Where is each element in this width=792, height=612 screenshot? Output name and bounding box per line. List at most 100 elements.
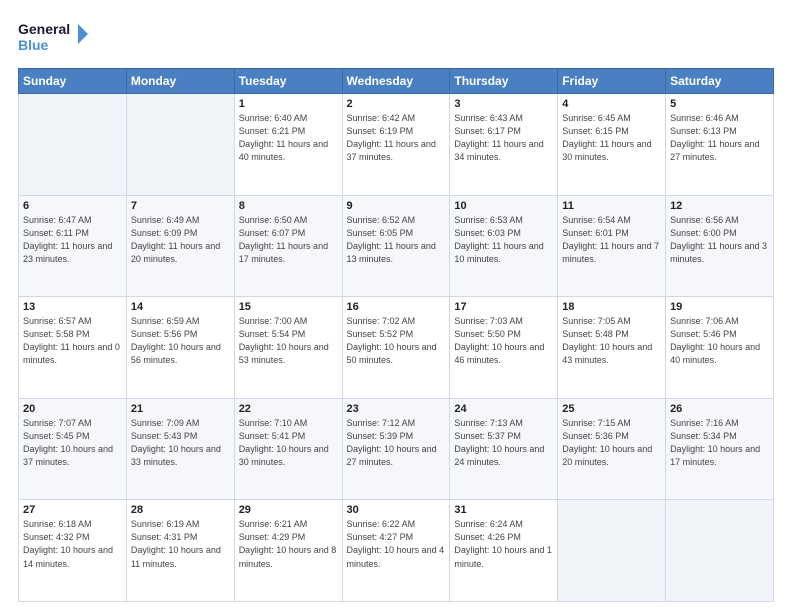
calendar-cell: 20Sunrise: 7:07 AMSunset: 5:45 PMDayligh… [19,398,127,500]
day-info: Sunrise: 6:40 AMSunset: 6:21 PMDaylight:… [239,112,338,164]
calendar-cell: 12Sunrise: 6:56 AMSunset: 6:00 PMDayligh… [666,195,774,297]
day-info: Sunrise: 7:12 AMSunset: 5:39 PMDaylight:… [347,417,446,469]
calendar-week-2: 6 Sunrise: 6:47 AMSunset: 6:11 PMDaylight… [19,195,774,297]
calendar-cell: 8 Sunrise: 6:50 AMSunset: 6:07 PMDaylight… [234,195,342,297]
calendar-page: GeneralBlue SundayMondayTuesdayWednesday… [0,0,792,612]
svg-text:General: General [18,21,70,37]
calendar-cell: 1 Sunrise: 6:40 AMSunset: 6:21 PMDaylight… [234,94,342,196]
day-info: Sunrise: 6:50 AMSunset: 6:07 PMDaylight:… [239,214,338,266]
day-info: Sunrise: 6:53 AMSunset: 6:03 PMDaylight:… [454,214,553,266]
day-info: Sunrise: 6:57 AMSunset: 5:58 PMDaylight:… [23,315,122,367]
calendar-cell: 14Sunrise: 6:59 AMSunset: 5:56 PMDayligh… [126,297,234,399]
calendar-cell: 13 Sunrise: 6:57 AMSunset: 5:58 PMDayligh… [19,297,127,399]
calendar-cell: 27Sunrise: 6:18 AMSunset: 4:32 PMDayligh… [19,500,127,602]
calendar-cell: 2 Sunrise: 6:42 AMSunset: 6:19 PMDaylight… [342,94,450,196]
day-number: 5 [670,98,769,110]
day-info: Sunrise: 6:18 AMSunset: 4:32 PMDaylight:… [23,518,122,570]
day-info: Sunrise: 6:49 AMSunset: 6:09 PMDaylight:… [131,214,230,266]
day-number: 6 [23,200,122,212]
calendar-cell: 15Sunrise: 7:00 AMSunset: 5:54 PMDayligh… [234,297,342,399]
day-number: 11 [562,200,661,212]
day-number: 19 [670,301,769,313]
calendar-week-5: 27Sunrise: 6:18 AMSunset: 4:32 PMDayligh… [19,500,774,602]
calendar-cell: 25 Sunrise: 7:15 AMSunset: 5:36 PMDayligh… [558,398,666,500]
day-info: Sunrise: 7:02 AMSunset: 5:52 PMDaylight:… [347,315,446,367]
calendar-cell: 29 Sunrise: 6:21 AMSunset: 4:29 PMDayligh… [234,500,342,602]
day-number: 21 [131,403,230,415]
calendar-cell: 6 Sunrise: 6:47 AMSunset: 6:11 PMDaylight… [19,195,127,297]
day-number: 18 [562,301,661,313]
svg-text:Blue: Blue [18,37,49,53]
weekday-header-sunday: Sunday [19,69,127,94]
day-number: 24 [454,403,553,415]
day-number: 15 [239,301,338,313]
calendar-cell [19,94,127,196]
calendar-body: 1 Sunrise: 6:40 AMSunset: 6:21 PMDaylight… [19,94,774,602]
day-number: 7 [131,200,230,212]
weekday-header-tuesday: Tuesday [234,69,342,94]
calendar-cell: 21 Sunrise: 7:09 AMSunset: 5:43 PMDayligh… [126,398,234,500]
day-info: Sunrise: 7:10 AMSunset: 5:41 PMDaylight:… [239,417,338,469]
calendar-cell: 31 Sunrise: 6:24 AMSunset: 4:26 PMDayligh… [450,500,558,602]
day-info: Sunrise: 6:54 AMSunset: 6:01 PMDaylight:… [562,214,661,266]
weekday-header-saturday: Saturday [666,69,774,94]
day-number: 8 [239,200,338,212]
weekday-header-row: SundayMondayTuesdayWednesdayThursdayFrid… [19,69,774,94]
calendar-cell: 9 Sunrise: 6:52 AMSunset: 6:05 PMDaylight… [342,195,450,297]
calendar-cell: 30 Sunrise: 6:22 AMSunset: 4:27 PMDayligh… [342,500,450,602]
weekday-header-thursday: Thursday [450,69,558,94]
day-number: 3 [454,98,553,110]
calendar-cell: 4Sunrise: 6:45 AMSunset: 6:15 PMDaylight… [558,94,666,196]
weekday-header-monday: Monday [126,69,234,94]
calendar-cell: 19Sunrise: 7:06 AMSunset: 5:46 PMDayligh… [666,297,774,399]
calendar-cell [666,500,774,602]
day-number: 2 [347,98,446,110]
day-info: Sunrise: 6:52 AMSunset: 6:05 PMDaylight:… [347,214,446,266]
day-number: 28 [131,504,230,516]
day-number: 10 [454,200,553,212]
day-info: Sunrise: 6:19 AMSunset: 4:31 PMDaylight:… [131,518,230,570]
calendar-week-4: 20Sunrise: 7:07 AMSunset: 5:45 PMDayligh… [19,398,774,500]
calendar-cell: 28 Sunrise: 6:19 AMSunset: 4:31 PMDayligh… [126,500,234,602]
day-number: 1 [239,98,338,110]
day-info: Sunrise: 6:46 AMSunset: 6:13 PMDaylight:… [670,112,769,164]
day-number: 31 [454,504,553,516]
day-info: Sunrise: 6:45 AMSunset: 6:15 PMDaylight:… [562,112,661,164]
day-info: Sunrise: 7:16 AMSunset: 5:34 PMDaylight:… [670,417,769,469]
calendar-cell: 18Sunrise: 7:05 AMSunset: 5:48 PMDayligh… [558,297,666,399]
day-number: 22 [239,403,338,415]
day-info: Sunrise: 6:42 AMSunset: 6:19 PMDaylight:… [347,112,446,164]
weekday-header-friday: Friday [558,69,666,94]
calendar-cell: 23 Sunrise: 7:12 AMSunset: 5:39 PMDayligh… [342,398,450,500]
calendar-cell: 7 Sunrise: 6:49 AMSunset: 6:09 PMDaylight… [126,195,234,297]
day-info: Sunrise: 7:09 AMSunset: 5:43 PMDaylight:… [131,417,230,469]
day-number: 29 [239,504,338,516]
day-number: 23 [347,403,446,415]
day-info: Sunrise: 6:22 AMSunset: 4:27 PMDaylight:… [347,518,446,570]
calendar-cell: 26 Sunrise: 7:16 AMSunset: 5:34 PMDayligh… [666,398,774,500]
day-info: Sunrise: 7:03 AMSunset: 5:50 PMDaylight:… [454,315,553,367]
calendar-header: SundayMondayTuesdayWednesdayThursdayFrid… [19,69,774,94]
day-info: Sunrise: 6:24 AMSunset: 4:26 PMDaylight:… [454,518,553,570]
logo-svg: GeneralBlue [18,18,98,58]
day-number: 25 [562,403,661,415]
day-number: 9 [347,200,446,212]
day-info: Sunrise: 7:15 AMSunset: 5:36 PMDaylight:… [562,417,661,469]
day-number: 26 [670,403,769,415]
day-number: 16 [347,301,446,313]
day-info: Sunrise: 6:47 AMSunset: 6:11 PMDaylight:… [23,214,122,266]
day-number: 13 [23,301,122,313]
calendar-table: SundayMondayTuesdayWednesdayThursdayFrid… [18,68,774,602]
calendar-week-1: 1 Sunrise: 6:40 AMSunset: 6:21 PMDaylight… [19,94,774,196]
calendar-cell: 17 Sunrise: 7:03 AMSunset: 5:50 PMDayligh… [450,297,558,399]
calendar-cell: 11 Sunrise: 6:54 AMSunset: 6:01 PMDayligh… [558,195,666,297]
calendar-cell [126,94,234,196]
calendar-cell: 3 Sunrise: 6:43 AMSunset: 6:17 PMDaylight… [450,94,558,196]
day-info: Sunrise: 6:43 AMSunset: 6:17 PMDaylight:… [454,112,553,164]
weekday-header-wednesday: Wednesday [342,69,450,94]
day-number: 17 [454,301,553,313]
calendar-cell [558,500,666,602]
day-number: 30 [347,504,446,516]
day-info: Sunrise: 6:56 AMSunset: 6:00 PMDaylight:… [670,214,769,266]
day-info: Sunrise: 6:21 AMSunset: 4:29 PMDaylight:… [239,518,338,570]
